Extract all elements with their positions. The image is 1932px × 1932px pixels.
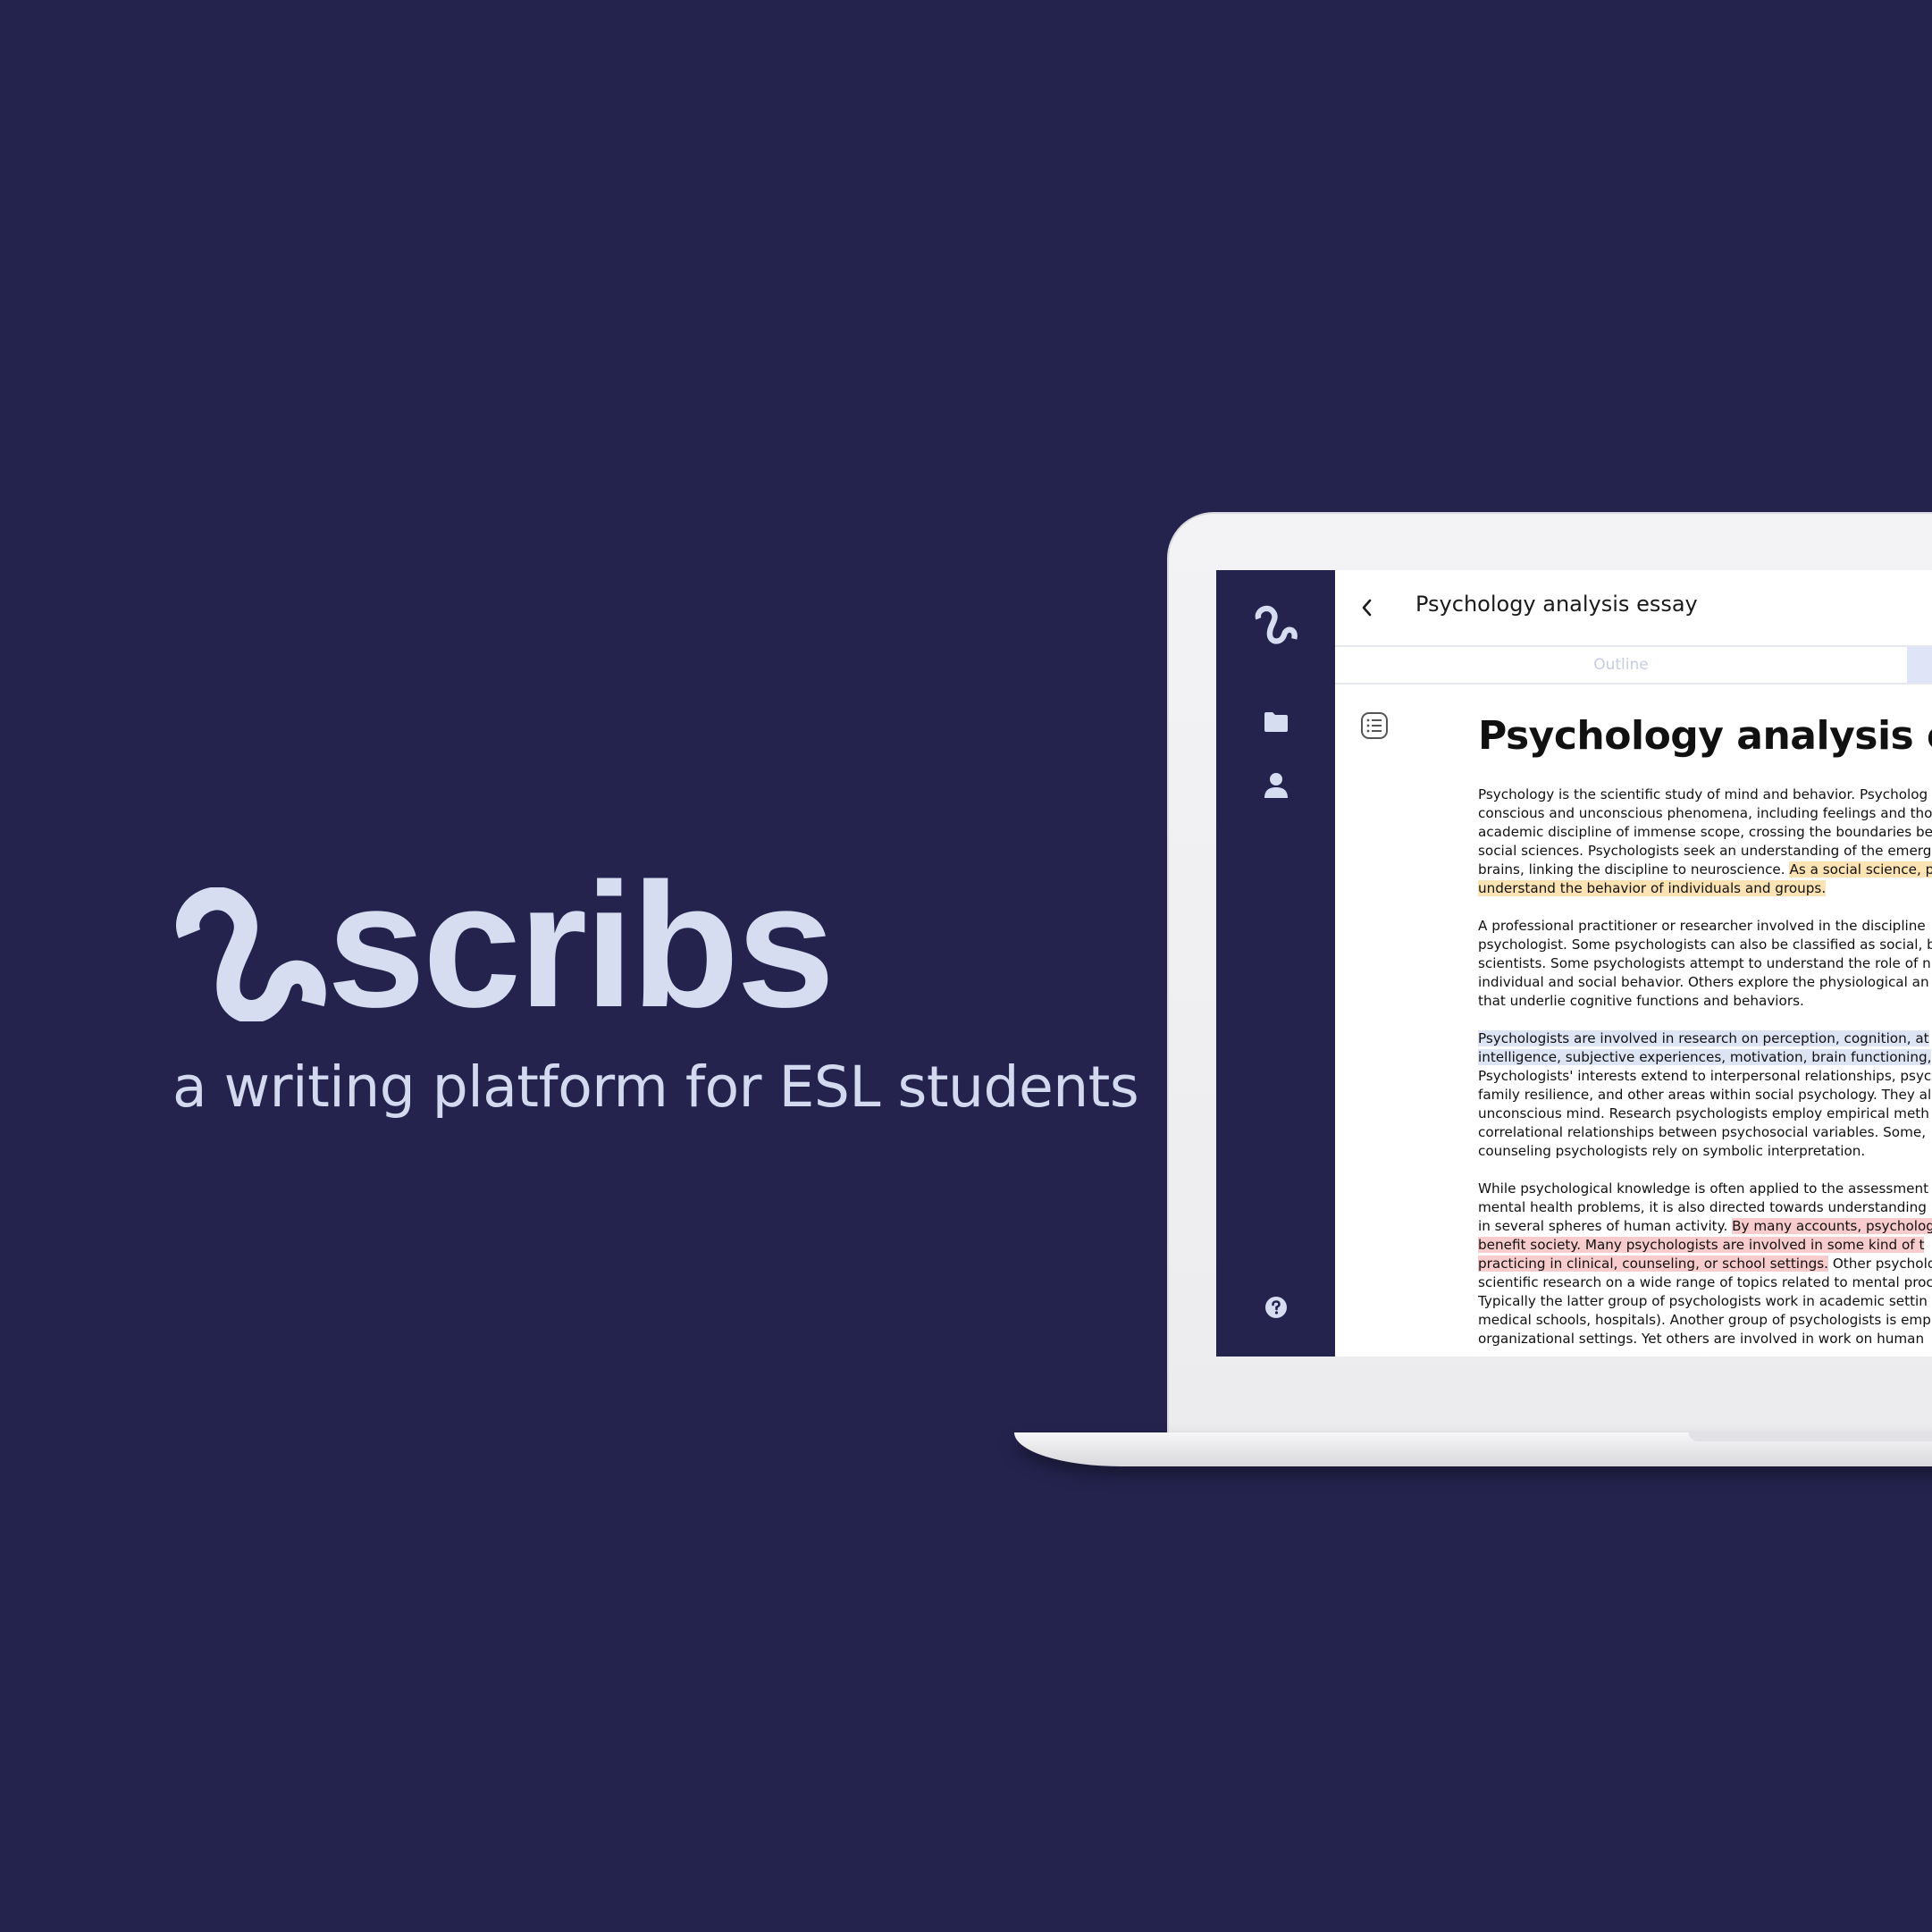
essay-line: that underlie cognitive functions and be…: [1478, 992, 1932, 1011]
text-segment: Typically the latter group of psychologi…: [1478, 1293, 1928, 1309]
text-segment: medical schools, hospitals). Another gro…: [1478, 1312, 1931, 1328]
brand-tagline: a writing platform for ESL students: [172, 1054, 1139, 1120]
essay-line: mental health problems, it is also direc…: [1478, 1198, 1932, 1217]
highlight-red[interactable]: practicing in clinical, counseling, or s…: [1478, 1256, 1829, 1272]
highlight-red[interactable]: By many accounts, psycholog: [1732, 1218, 1932, 1234]
essay-line: correlational relationships between psyc…: [1478, 1123, 1932, 1142]
essay-line: unconscious mind. Research psychologists…: [1478, 1105, 1932, 1123]
essay-paragraph: Psychologists are involved in research o…: [1478, 1029, 1932, 1161]
essay-line: academic discipline of immense scope, cr…: [1478, 823, 1932, 842]
essay-line: scientists. Some psychologists attempt t…: [1478, 954, 1932, 973]
essay-line: organizational settings. Yet others are …: [1478, 1330, 1932, 1348]
essay-line: conscious and unconscious phenomena, inc…: [1478, 804, 1932, 823]
editor-tabs: Outline: [1335, 647, 1932, 685]
text-segment: social sciences. Psychologists seek an u…: [1478, 843, 1932, 859]
scribs-squiggle-logo: [176, 887, 326, 1021]
text-segment: A professional practitioner or researche…: [1478, 918, 1926, 934]
essay-line: Psychologists' interests extend to inter…: [1478, 1067, 1932, 1086]
highlight-yellow[interactable]: As a social science, p: [1789, 861, 1932, 878]
text-segment: counseling psychologists rely on symboli…: [1478, 1143, 1866, 1159]
text-segment: unconscious mind. Research psychologists…: [1478, 1105, 1929, 1121]
text-segment: correlational relationships between psyc…: [1478, 1124, 1927, 1140]
essay-line: social sciences. Psychologists seek an u…: [1478, 842, 1932, 861]
text-segment: conscious and unconscious phenomena, inc…: [1478, 805, 1932, 821]
text-segment: brains, linking the discipline to neuros…: [1478, 861, 1790, 878]
text-segment: scientific research on a wide range of t…: [1478, 1274, 1932, 1290]
essay-line: Psychology is the scientific study of mi…: [1478, 785, 1932, 804]
essay-heading: Psychology analysis essa: [1478, 713, 1932, 759]
highlight-red[interactable]: benefit society. Many psychologists are …: [1478, 1237, 1925, 1253]
essay-line: in several spheres of human activity. By…: [1478, 1217, 1932, 1236]
essay-line: Psychologists are involved in research o…: [1478, 1029, 1932, 1048]
editor-header: Psychology analysis essay: [1335, 570, 1932, 647]
text-segment: mental health problems, it is also direc…: [1478, 1199, 1927, 1215]
text-segment: While psychological knowledge is often a…: [1478, 1180, 1929, 1197]
app-sidebar: [1216, 570, 1335, 1357]
folder-icon[interactable]: [1264, 711, 1289, 733]
essay-line: scientific research on a wide range of t…: [1478, 1273, 1932, 1292]
essay-line: counseling psychologists rely on symboli…: [1478, 1142, 1932, 1161]
highlight-yellow[interactable]: understand the behavior of individuals a…: [1478, 880, 1827, 896]
chevron-left-icon[interactable]: [1358, 597, 1376, 618]
essay-line: psychologist. Some psychologists can als…: [1478, 936, 1932, 954]
editor-main: Psychology analysis essay Outline Psycho…: [1335, 570, 1932, 1357]
tab-active[interactable]: [1907, 647, 1932, 683]
help-circle-icon[interactable]: [1264, 1296, 1288, 1319]
essay-line: A professional practitioner or researche…: [1478, 917, 1932, 936]
essay-line: understand the behavior of individuals a…: [1478, 879, 1932, 898]
text-segment: academic discipline of immense scope, cr…: [1478, 824, 1932, 840]
text-segment: Other psycholo: [1828, 1256, 1932, 1272]
user-icon[interactable]: [1264, 772, 1289, 799]
essay-line: brains, linking the discipline to neuros…: [1478, 861, 1932, 879]
text-segment: Psychologists' interests extend to inter…: [1478, 1068, 1932, 1084]
scribs-squiggle-icon[interactable]: [1253, 604, 1299, 645]
highlight-blue[interactable]: intelligence, subjective experiences, mo…: [1478, 1049, 1932, 1065]
text-segment: individual and social behavior. Others e…: [1478, 974, 1929, 990]
essay-body[interactable]: Psychology analysis essa Psychology is t…: [1478, 713, 1932, 1357]
text-segment: family resilience, and other areas withi…: [1478, 1087, 1932, 1103]
brand-logo: scribs: [170, 857, 974, 1034]
essay-line: practicing in clinical, counseling, or s…: [1478, 1255, 1932, 1273]
essay-line: While psychological knowledge is often a…: [1478, 1180, 1932, 1198]
essay-paragraph: Psychology is the scientific study of mi…: [1478, 785, 1932, 898]
essay-line: intelligence, subjective experiences, mo…: [1478, 1048, 1932, 1067]
tab-outline[interactable]: Outline: [1335, 647, 1907, 683]
document-title: Psychology analysis essay: [1415, 592, 1698, 617]
text-segment: psychologist. Some psychologists can als…: [1478, 937, 1932, 953]
brand-wordmark: scribs: [327, 846, 835, 1044]
text-segment: that underlie cognitive functions and be…: [1478, 993, 1804, 1009]
laptop-base-notch: [1689, 1432, 1932, 1441]
essay-line: medical schools, hospitals). Another gro…: [1478, 1311, 1932, 1330]
highlight-blue[interactable]: Psychologists are involved in research o…: [1478, 1030, 1929, 1046]
essay-paragraph: A professional practitioner or researche…: [1478, 917, 1932, 1011]
app-screen: Psychology analysis essay Outline Psycho…: [1216, 570, 1932, 1357]
text-segment: scientists. Some psychologists attempt t…: [1478, 955, 1931, 971]
text-segment: in several spheres of human activity.: [1478, 1218, 1733, 1234]
text-segment: organizational settings. Yet others are …: [1478, 1331, 1925, 1347]
essay-line: family resilience, and other areas withi…: [1478, 1086, 1932, 1105]
essay-line: benefit society. Many psychologists are …: [1478, 1236, 1932, 1255]
text-segment: Psychology is the scientific study of mi…: [1478, 786, 1928, 802]
essay-paragraphs: Psychology is the scientific study of mi…: [1478, 785, 1932, 1348]
essay-line: Typically the latter group of psychologi…: [1478, 1292, 1932, 1311]
list-icon[interactable]: [1360, 711, 1389, 740]
essay-line: individual and social behavior. Others e…: [1478, 973, 1932, 992]
essay-paragraph: While psychological knowledge is often a…: [1478, 1180, 1932, 1348]
